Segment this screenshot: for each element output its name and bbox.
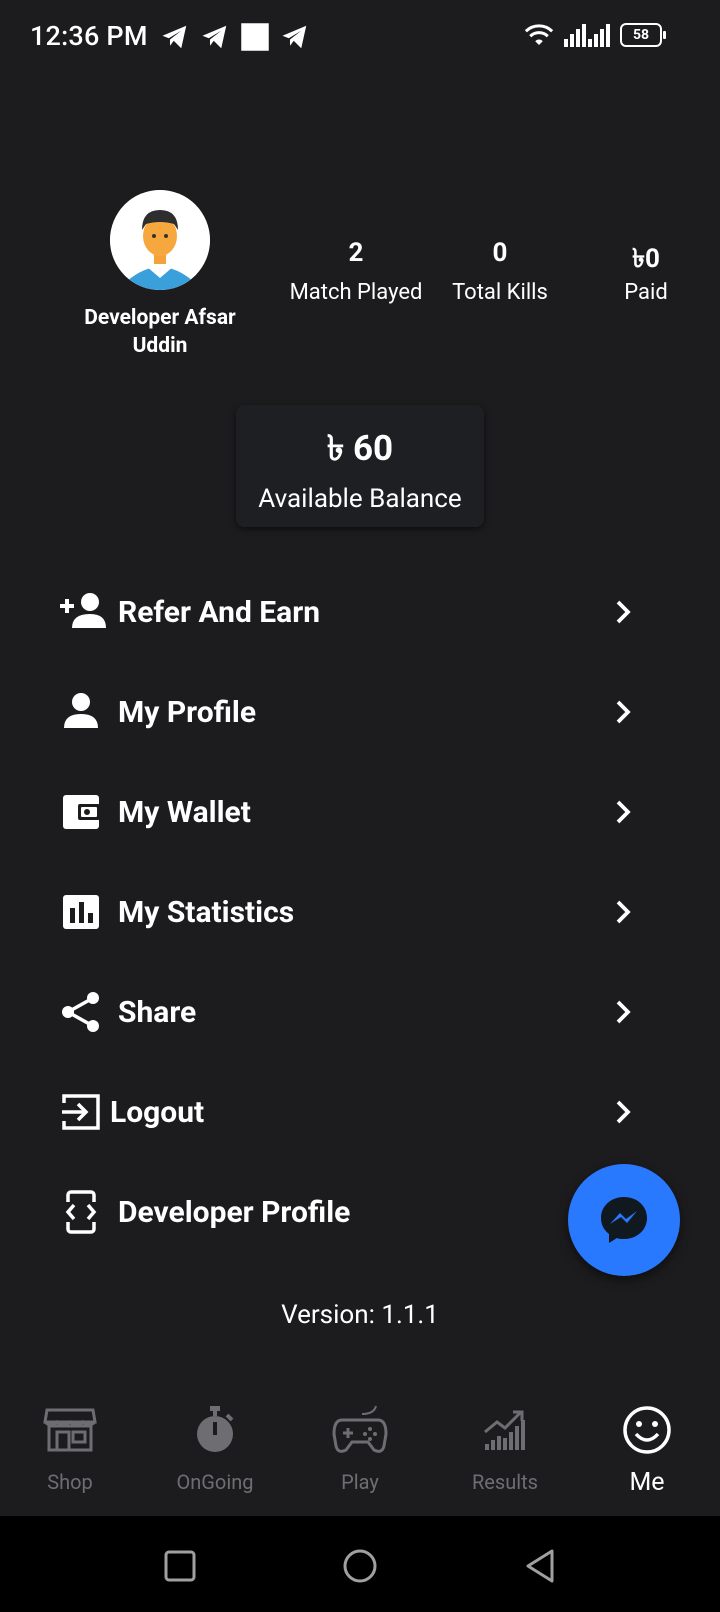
nav-label: OnGoing (176, 1470, 254, 1494)
statistics-icon (60, 887, 110, 937)
person-icon (60, 687, 110, 737)
menu-item-label: My Wallet (118, 794, 251, 830)
menu-item-refer-and-earn[interactable]: Refer And Earn (60, 577, 660, 647)
menu-item-my-statistics[interactable]: My Statistics (60, 877, 660, 947)
shop-icon (0, 1402, 140, 1458)
status-bar: 12:36 PM 58 (0, 0, 720, 78)
profile-header: Developer Afsar Uddin 2 Match Played 0 T… (0, 180, 720, 380)
wallet-icon (60, 787, 110, 837)
wifi-icon (524, 24, 554, 45)
stat-value: ৳0 (632, 244, 660, 274)
nav-label: Play (341, 1470, 379, 1494)
back-icon[interactable] (520, 1546, 560, 1586)
recent-apps-icon[interactable] (160, 1546, 200, 1586)
developer-icon (60, 1187, 110, 1237)
telegram-icon (202, 25, 227, 49)
stat-label: Match Played (289, 280, 423, 305)
stopwatch-icon (145, 1402, 285, 1458)
share-icon (60, 987, 110, 1037)
user-avatar-icon (110, 190, 210, 290)
nav-label: Me (629, 1468, 665, 1497)
telegram-icon (282, 25, 307, 49)
menu-item-my-wallet[interactable]: My Wallet (60, 777, 660, 847)
avatar (110, 190, 210, 290)
stat-paid: ৳0 Paid (596, 238, 696, 305)
chevron-right-icon (616, 1000, 631, 1024)
system-navigation-bar (0, 1516, 720, 1612)
nav-me[interactable]: Me (577, 1402, 717, 1497)
stat-value: 0 (492, 238, 508, 268)
results-icon (435, 1402, 575, 1458)
stat-label: Paid (624, 280, 668, 305)
menu-item-label: My Statistics (118, 894, 295, 930)
stat-label: Total Kills (452, 280, 548, 305)
smiley-icon (577, 1402, 717, 1458)
bottom-navigation: Shop OnGoing Play Results Me (0, 1384, 720, 1514)
nav-label: Results (471, 1470, 538, 1494)
app-version: Version: 1.1.1 (281, 1300, 439, 1330)
stat-total-kills: 0 Total Kills (440, 238, 560, 305)
stat-value: 2 (348, 238, 364, 268)
balance-card: ৳ 60 Available Balance (236, 405, 484, 527)
messenger-button[interactable] (568, 1164, 680, 1276)
chevron-right-icon (616, 1100, 631, 1124)
battery-icon: 58 (620, 23, 666, 47)
menu-item-label: My Profile (118, 694, 257, 730)
menu-item-share[interactable]: Share (60, 977, 660, 1047)
menu-item-label: Developer Profile (118, 1194, 351, 1230)
chevron-right-icon (616, 700, 631, 724)
status-time: 12:36 PM (30, 20, 148, 52)
user-name: Developer Afsar Uddin (84, 306, 236, 358)
nav-ongoing[interactable]: OnGoing (145, 1402, 285, 1494)
system-icons: 58 (524, 22, 666, 48)
nav-label: Shop (47, 1470, 93, 1494)
nav-results[interactable]: Results (435, 1402, 575, 1494)
menu-item-label: Share (118, 994, 197, 1030)
balance-amount: ৳ 60 (326, 428, 394, 469)
chevron-right-icon (616, 600, 631, 624)
menu-item-label: Logout (110, 1094, 205, 1130)
notification-icons (160, 22, 310, 52)
nav-shop[interactable]: Shop (0, 1402, 140, 1494)
logout-icon (60, 1087, 102, 1137)
nav-play[interactable]: Play (290, 1402, 430, 1494)
stat-match-played: 2 Match Played (276, 238, 436, 305)
messenger-icon (601, 1197, 647, 1243)
home-icon[interactable] (340, 1546, 380, 1586)
telegram-icon (162, 25, 187, 49)
chevron-right-icon (616, 900, 631, 924)
menu-item-my-profile[interactable]: My Profile (60, 677, 660, 747)
signal-icon (564, 24, 610, 47)
menu-item-logout[interactable]: Logout (60, 1077, 660, 1147)
chevron-right-icon (616, 800, 631, 824)
square-notification-icon (241, 23, 269, 51)
gamepad-icon (290, 1402, 430, 1458)
balance-label: Available Balance (258, 484, 462, 514)
person-add-icon (60, 587, 110, 637)
menu-item-label: Refer And Earn (118, 594, 321, 630)
battery-level: 58 (632, 27, 650, 43)
